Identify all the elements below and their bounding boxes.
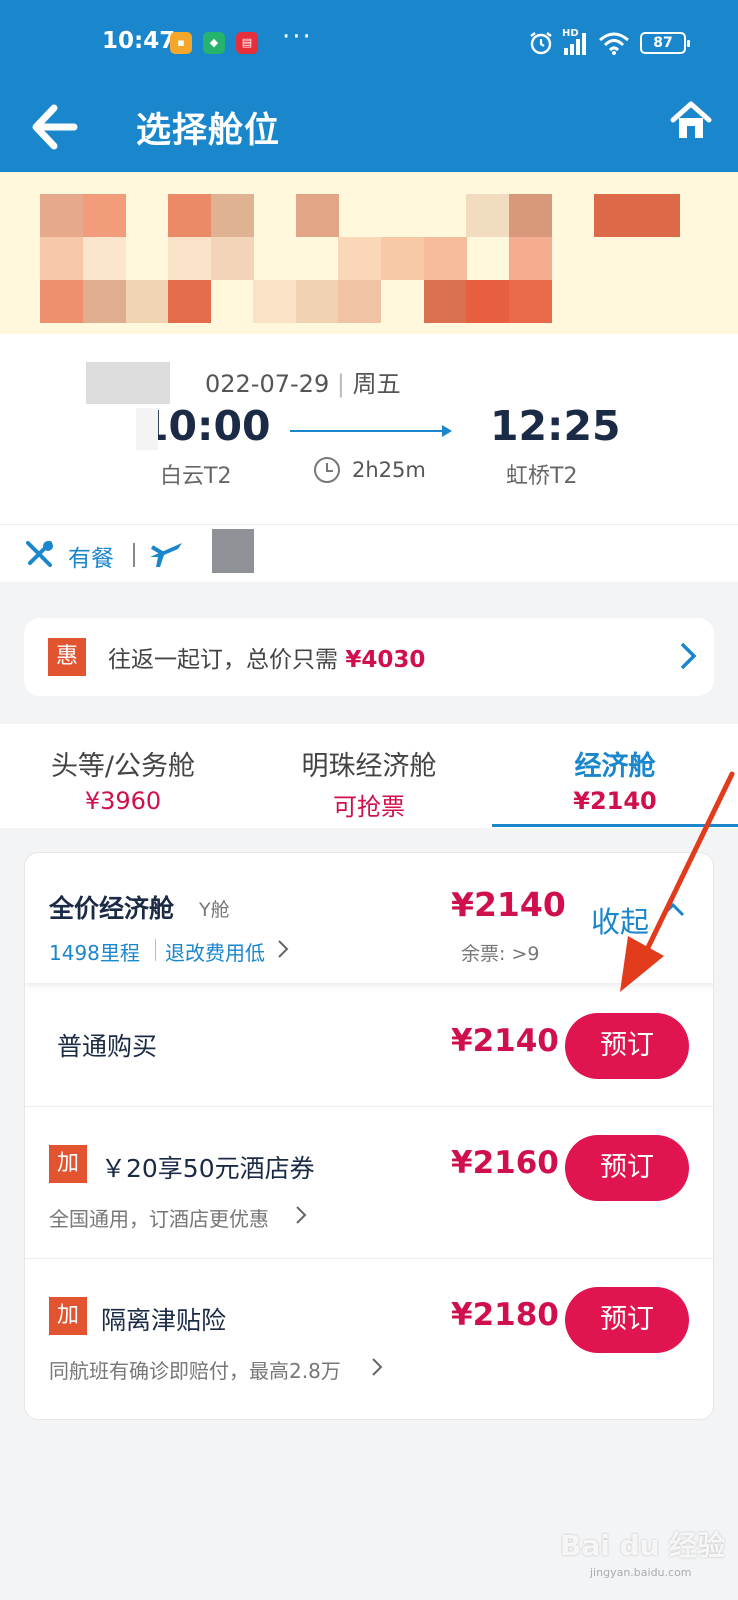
page-title: 选择舱位 xyxy=(136,111,281,151)
notification-app-icon: ▪ xyxy=(170,32,192,54)
departure-airport: 白云T2 xyxy=(160,464,232,489)
round-trip-promo[interactable]: 惠 往返一起订，总价只需 ¥4030 xyxy=(24,618,714,696)
chevron-right-icon xyxy=(680,642,697,670)
option-price: ¥2180 xyxy=(451,1297,559,1333)
option-subtitle[interactable]: 全国通用，订酒店更优惠 xyxy=(49,1203,269,1232)
header: 选择舱位 xyxy=(0,86,738,172)
news-app-icon: ▤ xyxy=(236,32,258,54)
meal-icon xyxy=(26,541,53,567)
home-icon[interactable] xyxy=(670,100,712,142)
book-button[interactable]: 预订 xyxy=(565,1013,689,1079)
status-bar: 10:47 ▪ ◆ ▤ ··· HD 87 xyxy=(0,0,738,86)
redacted-banner xyxy=(0,172,738,334)
annotation-arrow-icon xyxy=(620,771,735,992)
divider xyxy=(155,939,156,961)
chevron-right-icon xyxy=(372,1358,383,1376)
chevron-right-icon xyxy=(278,940,289,958)
wifi-icon xyxy=(599,32,629,55)
refund-policy-link[interactable]: 退改费用低 xyxy=(165,937,265,966)
signal-icon xyxy=(564,33,586,55)
tab-price: 可抢票 xyxy=(333,793,405,821)
arrow-left-icon[interactable] xyxy=(30,104,78,150)
book-button[interactable]: 预订 xyxy=(565,1287,689,1353)
arrival-airport: 虹桥T2 xyxy=(506,464,578,489)
battery-icon: 87 xyxy=(640,32,690,54)
airplane-icon xyxy=(150,543,182,567)
flight-date: 022-07-29 | 周五 xyxy=(205,370,401,398)
fare-class: Y舱 xyxy=(199,899,230,921)
purchase-option: 普通购买 ¥2140 预订 xyxy=(25,983,713,1107)
redacted-airline xyxy=(212,529,254,573)
status-time: 10:47 xyxy=(102,28,176,54)
option-price: ¥2140 xyxy=(451,1023,559,1059)
fare-price: ¥2140 xyxy=(451,885,566,924)
option-title: 普通购买 xyxy=(57,1032,158,1061)
option-title: 隔离津贴险 xyxy=(101,1306,227,1335)
redacted-flight-number xyxy=(86,362,170,404)
option-title: ￥20享50元酒店券 xyxy=(101,1154,315,1183)
fare-name: 全价经济舱 xyxy=(49,894,175,923)
chevron-right-icon xyxy=(296,1206,307,1224)
redacted-time-digit xyxy=(136,408,158,450)
security-app-icon: ◆ xyxy=(203,32,225,54)
promo-text: 往返一起订，总价只需 ¥4030 xyxy=(108,647,426,673)
tab-label: 头等/公务舱 xyxy=(50,751,196,782)
option-subtitle[interactable]: 同航班有确诊即赔付，最高2.8万 xyxy=(49,1355,341,1384)
tab-label: 明珠经济舱 xyxy=(301,751,437,782)
remaining-tickets: 余票: >9 xyxy=(461,943,540,965)
discount-tag: 惠 xyxy=(48,638,86,676)
flight-meta-row: 有餐 xyxy=(0,524,738,582)
divider xyxy=(133,543,135,567)
addon-tag: 加 xyxy=(49,1145,87,1183)
flight-info-card: 022-07-29 | 周五 10:00 12:25 白云T2 2h25m 虹桥… xyxy=(0,334,738,582)
purchase-option: 加 ￥20享50元酒店券 全国通用，订酒店更优惠 ¥2160 预订 xyxy=(25,1107,713,1259)
meal-label: 有餐 xyxy=(68,546,114,572)
departure-time: 10:00 xyxy=(140,402,271,450)
top-bar: 10:47 ▪ ◆ ▤ ··· HD 87 选择舱位 xyxy=(0,0,738,172)
tab-price: ¥3960 xyxy=(84,787,162,815)
promo-price: ¥4030 xyxy=(345,647,426,673)
tab-pearl-economy[interactable]: 明珠经济舱 可抢票 xyxy=(246,724,492,828)
clock-icon xyxy=(314,457,340,483)
book-button[interactable]: 预订 xyxy=(565,1135,689,1201)
more-notifications-icon: ··· xyxy=(282,22,313,52)
arrival-time: 12:25 xyxy=(490,402,621,450)
flight-arrow xyxy=(290,425,452,437)
alarm-icon xyxy=(530,32,552,55)
watermark-url: jingyan.baidu.com xyxy=(590,1566,692,1579)
tab-first-business[interactable]: 头等/公务舱 ¥3960 xyxy=(0,724,246,828)
miles-label: 1498里程 xyxy=(49,941,140,965)
addon-tag: 加 xyxy=(49,1297,87,1335)
option-price: ¥2160 xyxy=(451,1145,559,1181)
purchase-option: 加 隔离津贴险 同航班有确诊即赔付，最高2.8万 ¥2180 预订 xyxy=(25,1259,713,1411)
flight-duration: 2h25m xyxy=(352,458,426,482)
baidu-watermark-logo: Bai du 经验 xyxy=(560,1529,726,1562)
